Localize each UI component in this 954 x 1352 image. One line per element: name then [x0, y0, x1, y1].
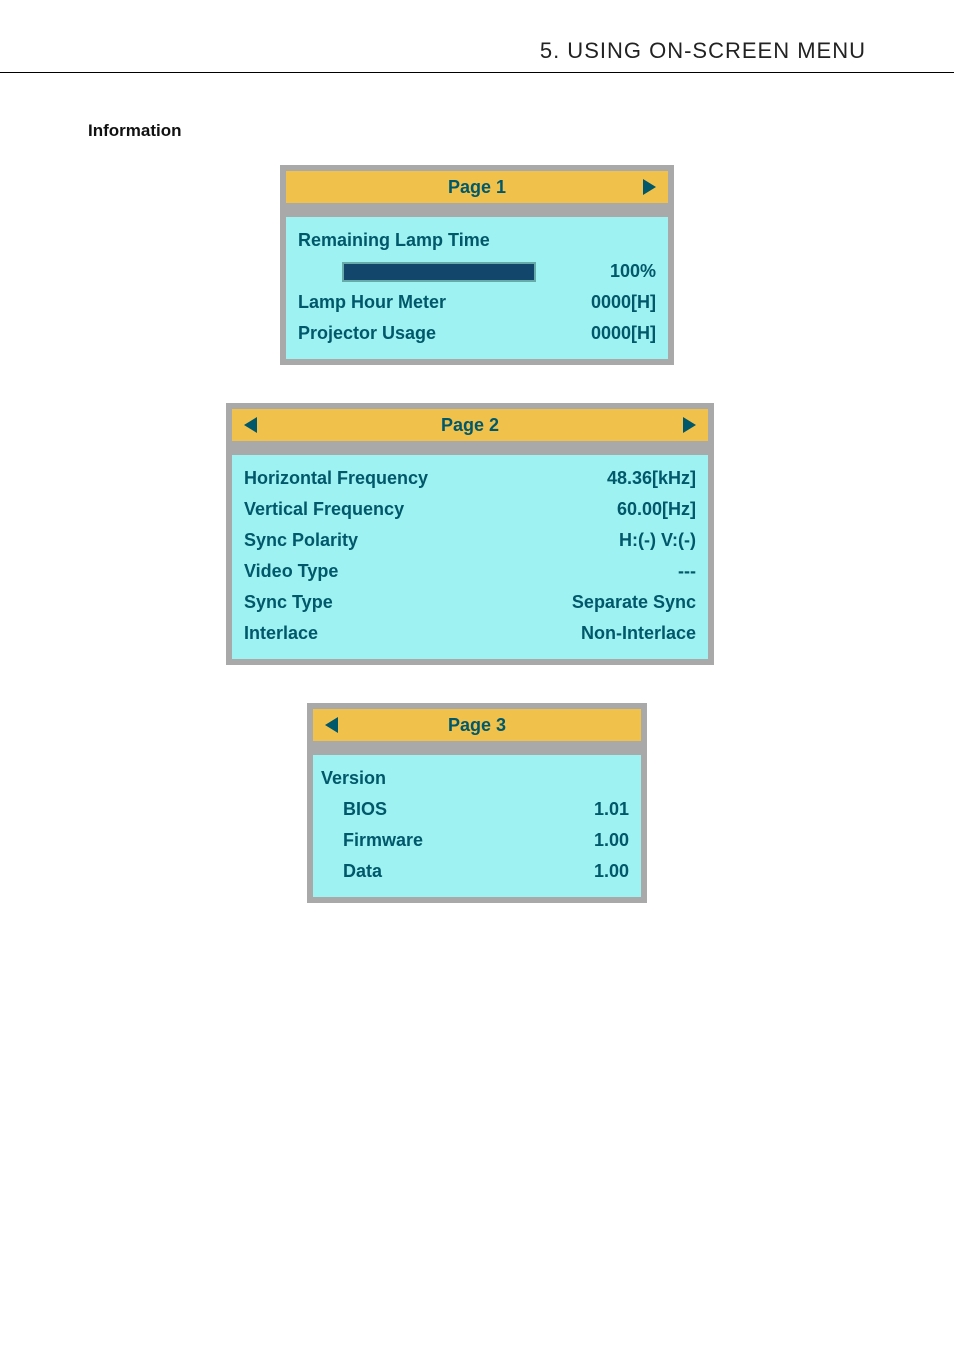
- vertical-frequency-row: Vertical Frequency 60.00[Hz]: [244, 494, 696, 525]
- firmware-row: Firmware 1.00: [321, 825, 629, 856]
- interlace-value: Non-Interlace: [581, 620, 696, 647]
- projector-usage-row: Projector Usage 0000[H]: [298, 318, 656, 349]
- sync-polarity-row: Sync Polarity H:(-) V:(-): [244, 525, 696, 556]
- panel1-title-bar: Page 1: [286, 171, 668, 203]
- panel-gap: [313, 741, 641, 755]
- section-heading: Information: [88, 121, 866, 141]
- lamp-hour-meter-label: Lamp Hour Meter: [298, 289, 446, 316]
- bios-row: BIOS 1.01: [321, 794, 629, 825]
- remaining-lamp-time-label: Remaining Lamp Time: [298, 227, 490, 254]
- version-label: Version: [321, 765, 386, 792]
- data-row: Data 1.00: [321, 856, 629, 887]
- panel1-body: Remaining Lamp Time 100% Lamp Hour Meter…: [286, 217, 668, 359]
- video-type-label: Video Type: [244, 558, 338, 585]
- panel2-body: Horizontal Frequency 48.36[kHz] Vertical…: [232, 455, 708, 659]
- info-panel-page2: Page 2 Horizontal Frequency 48.36[kHz] V…: [226, 403, 714, 665]
- vertical-frequency-value: 60.00[Hz]: [617, 496, 696, 523]
- vertical-frequency-label: Vertical Frequency: [244, 496, 404, 523]
- remaining-lamp-time-value: 100%: [610, 258, 656, 285]
- page-header: 5. USING ON-SCREEN MENU: [0, 0, 954, 73]
- video-type-value: ---: [678, 558, 696, 585]
- version-row: Version: [321, 763, 629, 794]
- arrow-left-icon[interactable]: [325, 717, 338, 733]
- info-panel-page1: Page 1 Remaining Lamp Time 100% Lamp Hou…: [280, 165, 674, 365]
- content-area: Information Page 1 Remaining Lamp Time 1…: [0, 73, 954, 903]
- panel3-title-bar: Page 3: [313, 709, 641, 741]
- horizontal-frequency-label: Horizontal Frequency: [244, 465, 428, 492]
- arrow-right-icon[interactable]: [643, 179, 656, 195]
- interlace-row: Interlace Non-Interlace: [244, 618, 696, 649]
- firmware-value: 1.00: [594, 827, 629, 854]
- projector-usage-value: 0000[H]: [591, 320, 656, 347]
- panel3-title: Page 3: [448, 715, 506, 735]
- lamp-hour-meter-row: Lamp Hour Meter 0000[H]: [298, 287, 656, 318]
- bios-value: 1.01: [594, 796, 629, 823]
- interlace-label: Interlace: [244, 620, 318, 647]
- chapter-title: 5. USING ON-SCREEN MENU: [540, 38, 866, 63]
- panel1-title: Page 1: [448, 177, 506, 197]
- panel3-body: Version BIOS 1.01 Firmware 1.00 Data 1.0…: [313, 755, 641, 897]
- data-value: 1.00: [594, 858, 629, 885]
- panel-gap: [286, 203, 668, 217]
- horizontal-frequency-row: Horizontal Frequency 48.36[kHz]: [244, 463, 696, 494]
- panel-gap: [232, 441, 708, 455]
- sync-type-row: Sync Type Separate Sync: [244, 587, 696, 618]
- panel2-title-bar: Page 2: [232, 409, 708, 441]
- video-type-row: Video Type ---: [244, 556, 696, 587]
- arrow-right-icon[interactable]: [683, 417, 696, 433]
- lamp-hour-meter-value: 0000[H]: [591, 289, 656, 316]
- lamp-progress-bar: [342, 262, 536, 282]
- arrow-left-icon[interactable]: [244, 417, 257, 433]
- info-panel-page3: Page 3 Version BIOS 1.01 Firmware 1.00 D…: [307, 703, 647, 903]
- sync-type-value: Separate Sync: [572, 589, 696, 616]
- sync-polarity-value: H:(-) V:(-): [619, 527, 696, 554]
- panel2-title: Page 2: [441, 415, 499, 435]
- sync-polarity-label: Sync Polarity: [244, 527, 358, 554]
- projector-usage-label: Projector Usage: [298, 320, 436, 347]
- sync-type-label: Sync Type: [244, 589, 333, 616]
- remaining-lamp-time-value-row: 100%: [298, 256, 656, 287]
- remaining-lamp-time-label-row: Remaining Lamp Time: [298, 225, 656, 256]
- firmware-label: Firmware: [343, 827, 423, 854]
- horizontal-frequency-value: 48.36[kHz]: [607, 465, 696, 492]
- data-label: Data: [343, 858, 382, 885]
- bios-label: BIOS: [343, 796, 387, 823]
